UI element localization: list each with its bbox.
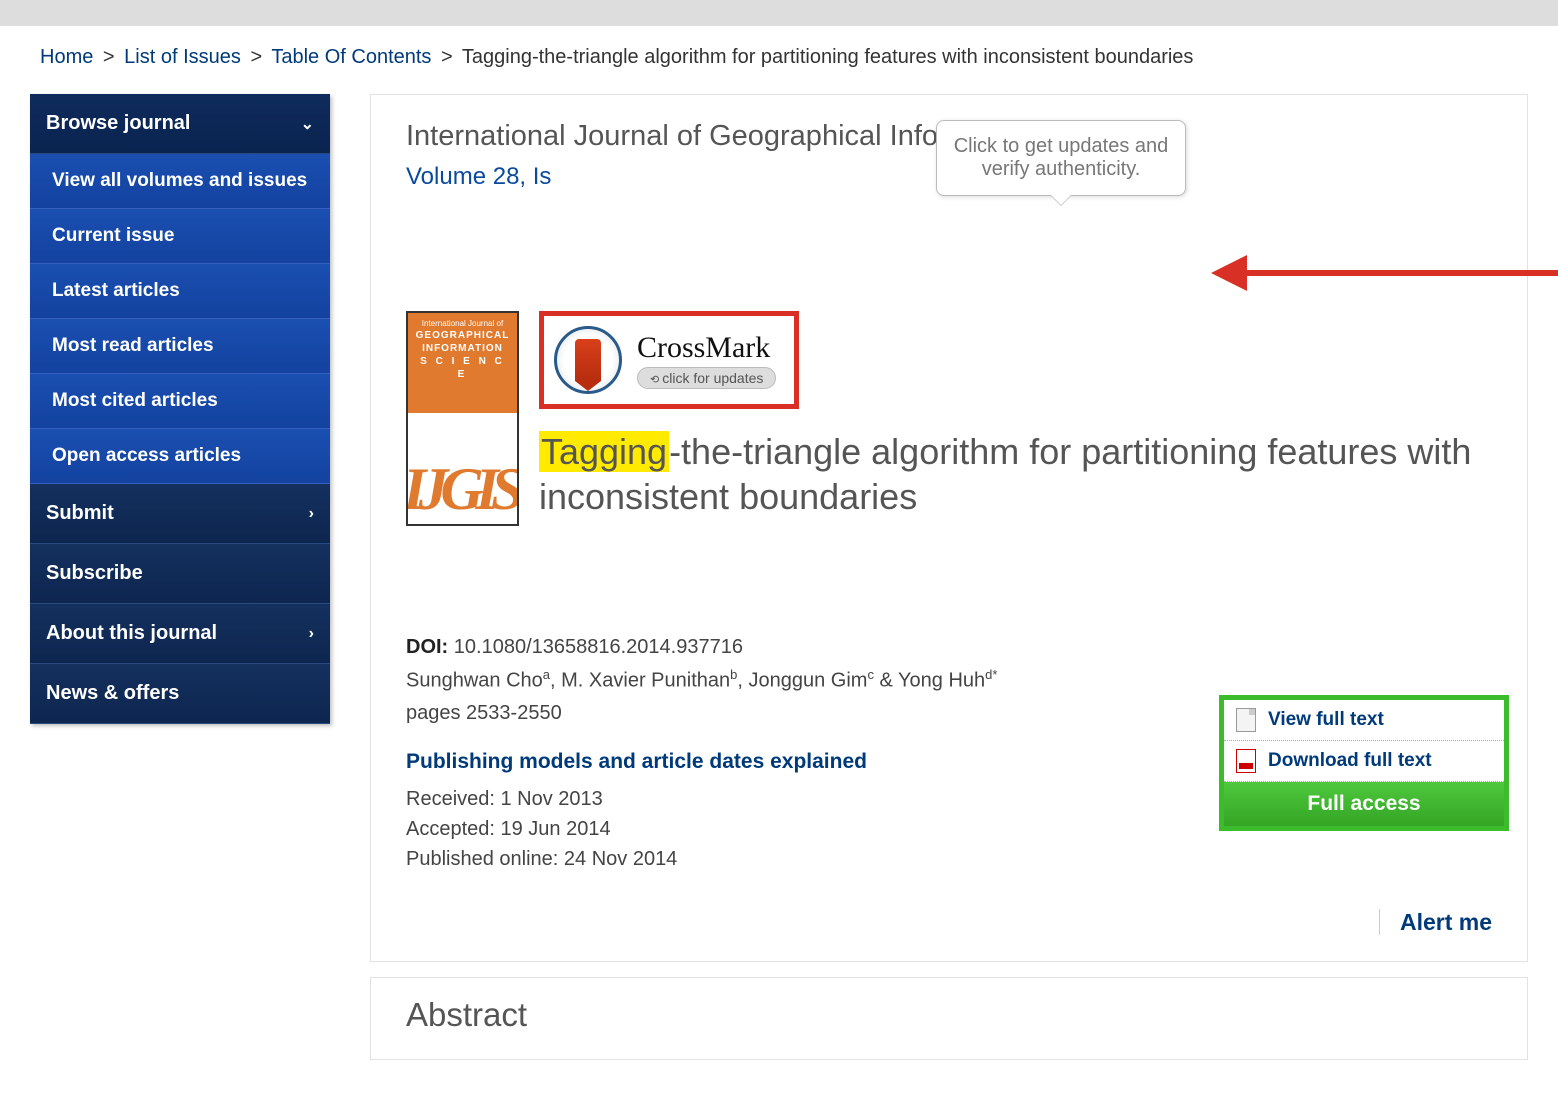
crossmark-tooltip: Click to get updates and verify authenti…: [936, 120, 1186, 196]
sidebar-item-open-access[interactable]: Open access articles: [30, 429, 330, 484]
volume-link[interactable]: Volume 28, Is: [406, 163, 551, 190]
authors: Sunghwan Choa, M. Xavier Punithanb, Jong…: [406, 665, 1026, 696]
breadcrumb: Home > List of Issues > Table Of Content…: [30, 26, 1528, 94]
annotation-arrow: [1211, 258, 1558, 288]
sidebar-subscribe[interactable]: Subscribe: [30, 544, 330, 604]
sidebar: Browse journal ⌄ View all volumes and is…: [30, 94, 330, 724]
journal-cover[interactable]: International Journal of GEOGRAPHICAL IN…: [406, 311, 519, 526]
breadcrumb-list-of-issues[interactable]: List of Issues: [124, 46, 241, 68]
sidebar-item-most-cited[interactable]: Most cited articles: [30, 374, 330, 429]
article-title: Tagging-the-triangle algorithm for parti…: [539, 429, 1492, 519]
download-full-text-row[interactable]: Download full text: [1224, 741, 1504, 782]
sidebar-item-volumes[interactable]: View all volumes and issues: [30, 154, 330, 209]
access-box: View full text Download full text Full a…: [1219, 695, 1509, 831]
view-full-text-link[interactable]: View full text: [1268, 709, 1384, 731]
sidebar-item-latest-articles[interactable]: Latest articles: [30, 264, 330, 319]
chevron-right-icon: ›: [309, 505, 314, 523]
sidebar-item-current-issue[interactable]: Current issue: [30, 209, 330, 264]
document-icon: [1236, 708, 1256, 732]
alert-me-link[interactable]: Alert me: [1379, 909, 1492, 935]
crossmark-highlight-box: CrossMark ⟲ click for updates: [539, 311, 799, 409]
breadcrumb-home[interactable]: Home: [40, 46, 93, 68]
top-ad-bar: [0, 0, 1558, 26]
breadcrumb-toc[interactable]: Table Of Contents: [271, 46, 431, 68]
sidebar-submit[interactable]: Submit ›: [30, 484, 330, 544]
full-access-badge: Full access: [1224, 782, 1504, 826]
pdf-icon: [1236, 749, 1256, 773]
breadcrumb-current: Tagging-the-triangle algorithm for parti…: [462, 46, 1194, 68]
crossmark-button[interactable]: CrossMark ⟲ click for updates: [637, 331, 776, 389]
download-full-text-link[interactable]: Download full text: [1268, 750, 1432, 772]
abstract-heading: Abstract: [370, 977, 1528, 1060]
crossmark-badge-icon[interactable]: [554, 326, 622, 394]
chevron-right-icon: ›: [309, 625, 314, 643]
sidebar-news-offers[interactable]: News & offers: [30, 664, 330, 724]
doi: DOI: 10.1080/13658816.2014.937716: [406, 636, 1492, 659]
sidebar-about[interactable]: About this journal ›: [30, 604, 330, 664]
highlighted-term: Tagging: [539, 431, 669, 472]
sidebar-item-most-read[interactable]: Most read articles: [30, 319, 330, 374]
sidebar-browse-journal[interactable]: Browse journal ⌄: [30, 94, 330, 154]
main-content: International Journal of Geographical In…: [370, 94, 1528, 1060]
article-card: International Journal of Geographical In…: [370, 94, 1528, 962]
chevron-down-icon: ⌄: [301, 114, 314, 134]
ribbon-icon: [575, 339, 601, 381]
view-full-text-row[interactable]: View full text: [1224, 700, 1504, 741]
